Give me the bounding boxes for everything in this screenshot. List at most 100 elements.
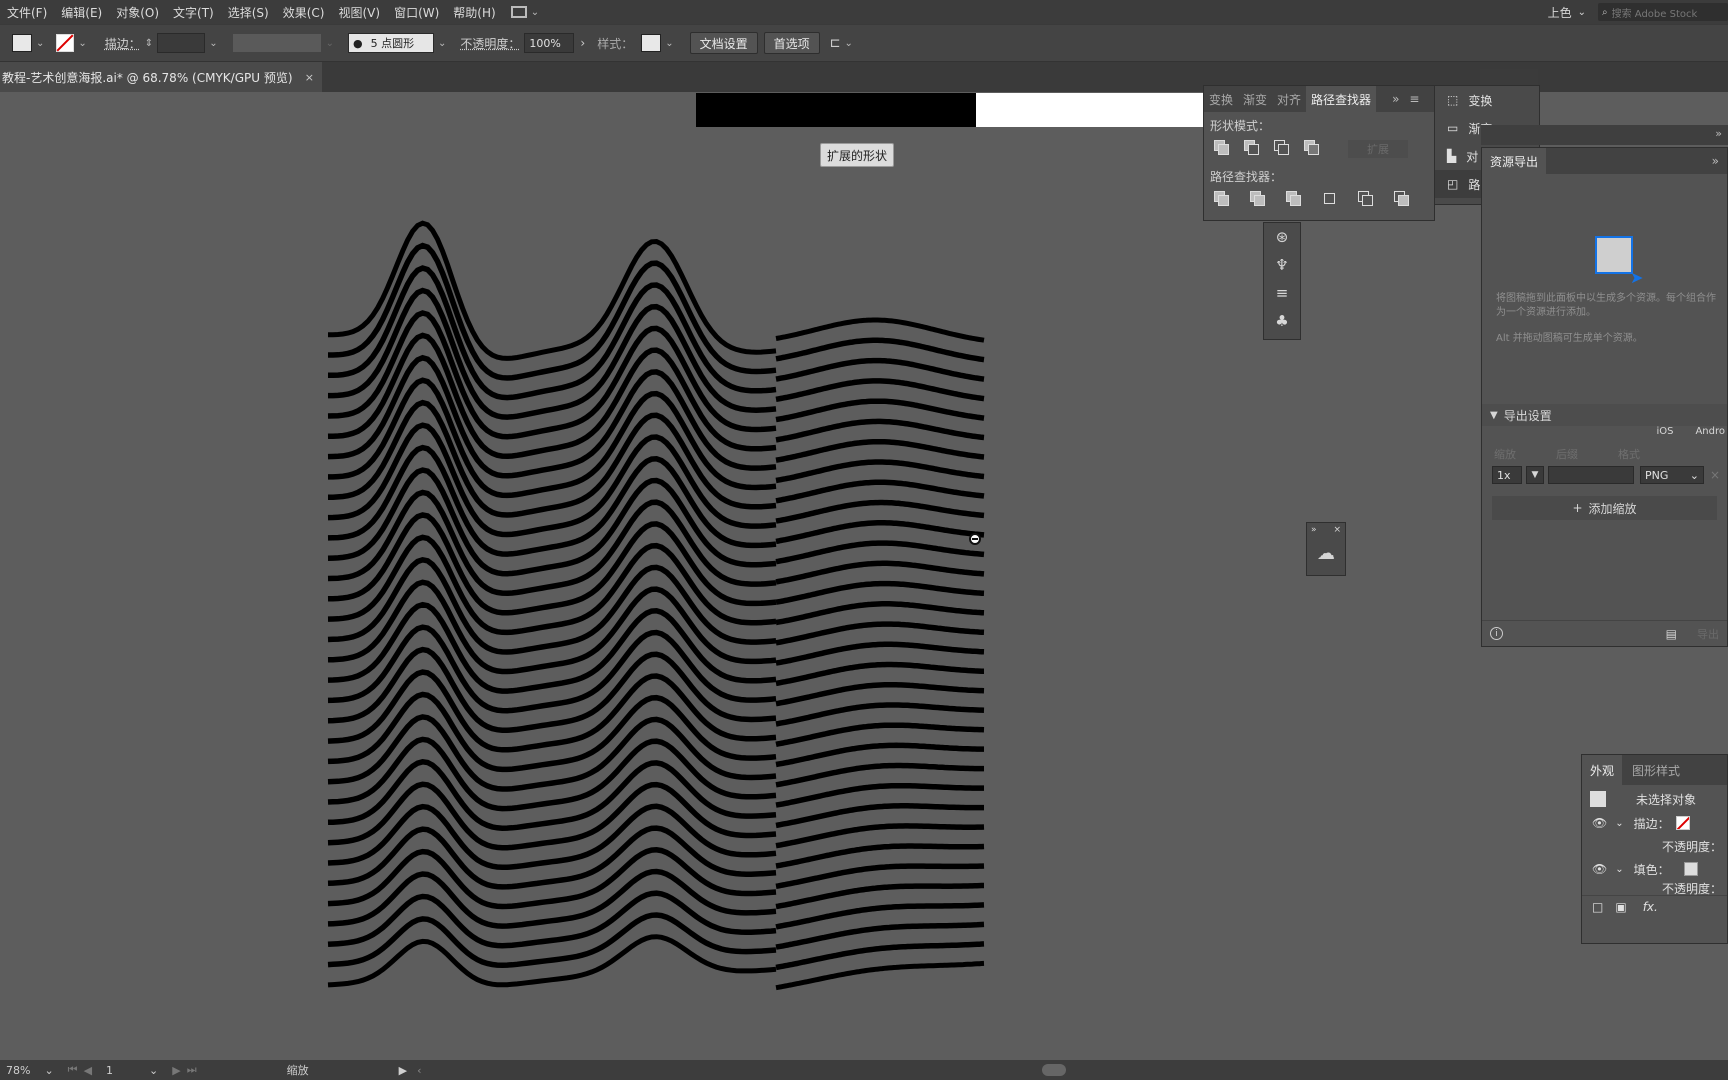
add-stroke-icon[interactable]: □ [1592,900,1603,914]
wave-line [775,378,985,403]
no-selection-row: 未选择对象 [1582,787,1727,811]
last-artboard-icon[interactable]: ⏭ [187,1063,197,1077]
shape-modes-label: 形状模式： [1210,119,1271,133]
outline-icon[interactable] [1358,191,1374,207]
wave-line [775,357,985,382]
tab-pathfinder[interactable]: 路径查找器 [1306,86,1377,112]
collapse-icon[interactable]: » [1715,127,1722,140]
side-item-transform[interactable]: ⬚ 变换 [1435,86,1539,114]
pathfinder-panel: 变换 渐变 对齐 路径查找器 » ≡ 形状模式： 扩展 路径查找器： [1203,85,1435,221]
wave-line [327,825,777,890]
trim-icon[interactable] [1250,191,1266,207]
fill-row[interactable]: 👁 ⌄ 填色： [1582,857,1727,881]
divide-icon[interactable] [1214,191,1230,207]
stroke-lines-icon[interactable]: ≡ [1264,279,1300,307]
chevron-down-icon[interactable]: ⌄ [44,1064,53,1077]
tab-appearance[interactable]: 外观 [1582,755,1623,785]
wave-line [775,398,985,423]
zoom-level[interactable]: 78% [6,1064,30,1077]
suffix-input[interactable] [1548,466,1634,484]
stroke-opacity-row[interactable]: 不透明度： [1582,835,1727,857]
panel-header-strip [1480,69,1538,85]
artboard-number[interactable]: 1 [106,1064,113,1077]
pathfinder-icon: ◰ [1447,177,1459,191]
scale-input[interactable]: 1x [1492,466,1522,484]
wave-line [327,781,777,851]
asset-drop-icon [1595,236,1633,274]
add-scale-button[interactable]: + 添加缩放 [1492,496,1717,520]
crop-icon[interactable] [1322,191,1338,207]
chevron-down-icon[interactable]: ⌄ [1615,818,1623,829]
tab-asset-export[interactable]: 资源导出 [1482,148,1547,174]
wave-line [775,337,985,363]
wave-line [775,520,985,545]
asset-footer: i ▤ 导出 [1482,620,1727,646]
export-button[interactable]: 导出 [1697,626,1719,642]
visibility-eye-icon[interactable]: 👁 [1592,862,1607,876]
pathfinders-row [1204,185,1434,213]
puppet-warp-icon[interactable]: ♆ [1264,251,1300,279]
tab-transform[interactable]: 变换 [1204,91,1238,108]
expand-button[interactable]: 扩展 [1348,140,1408,158]
next-artboard-icon[interactable]: ▶ [172,1064,180,1077]
first-artboard-icon[interactable]: ⏮ [68,1063,78,1077]
collapse-icon[interactable]: » [1311,525,1317,535]
launch-export-icon[interactable]: ▤ [1666,627,1677,641]
info-icon[interactable]: i [1490,627,1503,640]
scroll-left-icon[interactable]: ‹ [417,1064,421,1077]
close-icon[interactable]: × [1333,525,1341,535]
wave-line [775,863,985,890]
add-fill-icon[interactable]: ▣ [1615,900,1626,914]
prev-artboard-icon[interactable]: ◀ [84,1064,92,1077]
fill-swatch[interactable] [1683,862,1698,876]
wave-line [775,782,984,808]
collapse-icon[interactable]: » [1392,92,1399,106]
tab-gradient[interactable]: 渐变 [1238,91,1272,108]
wave-line [775,499,985,524]
tab-graphic-styles[interactable]: 图形样式 [1622,762,1690,779]
appearance-panel: 外观 图形样式 未选择对象 👁 ⌄ 描边： 不透明度： 👁 ⌄ 填色： 不透明度… [1581,754,1728,944]
tab-align[interactable]: 对齐 [1272,91,1306,108]
format-select[interactable]: PNG ⌄ [1640,466,1704,484]
exclude-icon[interactable] [1304,140,1320,156]
remove-scale-icon[interactable]: × [1710,468,1720,482]
platform-row: iOS Andro [1482,426,1727,446]
wave-line [775,560,985,585]
unite-icon[interactable] [1214,140,1230,156]
panel-menu-icon[interactable]: ≡ [1409,92,1419,106]
visibility-eye-icon[interactable]: 👁 [1592,816,1607,830]
shape-modes-row: 扩展 [1204,134,1434,164]
appearance-tabs: 外观 图形样式 [1582,755,1727,785]
stroke-none-swatch[interactable] [1675,816,1690,830]
export-settings-header[interactable]: ▼ 导出设置 [1482,404,1727,426]
platform-ios[interactable]: iOS [1656,426,1673,446]
chevron-down-icon[interactable]: ⌄ [1615,864,1623,875]
merge-icon[interactable] [1286,191,1302,207]
align-icon: ▙ [1447,149,1457,163]
minus-front-icon[interactable] [1244,140,1260,156]
wave-line [775,317,985,343]
drop-zone[interactable]: ➤ 将图稿拖到此面板中以生成多个资源。每个组合作为一个资源进行添加。 Alt 并… [1482,174,1727,404]
platform-android[interactable]: Andro [1695,426,1725,446]
status-menu-arrow-icon[interactable]: ▶ [399,1064,407,1077]
chevron-down-icon[interactable]: ⌄ [149,1064,158,1077]
wave-line [775,621,985,646]
scale-headers: 缩放 后缀 格式 [1494,448,1640,461]
symbols-club-icon[interactable]: ♣ [1264,307,1300,335]
minus-back-icon[interactable] [1394,191,1410,207]
wave-line [775,803,984,829]
fx-button[interactable]: fx. [1643,900,1658,914]
wave-line [775,418,985,443]
fill-opacity-row[interactable]: 不透明度： [1582,881,1727,896]
horizontal-scrollbar-thumb[interactable] [1041,1064,1066,1076]
collapse-icon[interactable]: » [1712,154,1719,168]
status-bar: 78% ⌄ ⏮ ◀ 1 ⌄ ▶ ⏭ 缩放 ▶ ‹ [0,1060,1728,1080]
color-palette-icon[interactable]: ☁ [1307,543,1345,564]
intersect-icon[interactable] [1274,140,1290,156]
wave-line [327,758,777,831]
scale-row: 1x ▼ PNG ⌄ × [1482,462,1727,488]
creative-cloud-libraries-icon[interactable]: ⊛ [1264,223,1300,251]
scale-dropdown[interactable]: ▼ [1526,466,1544,484]
wave-line [775,681,985,707]
stroke-row[interactable]: 👁 ⌄ 描边： [1582,811,1727,835]
